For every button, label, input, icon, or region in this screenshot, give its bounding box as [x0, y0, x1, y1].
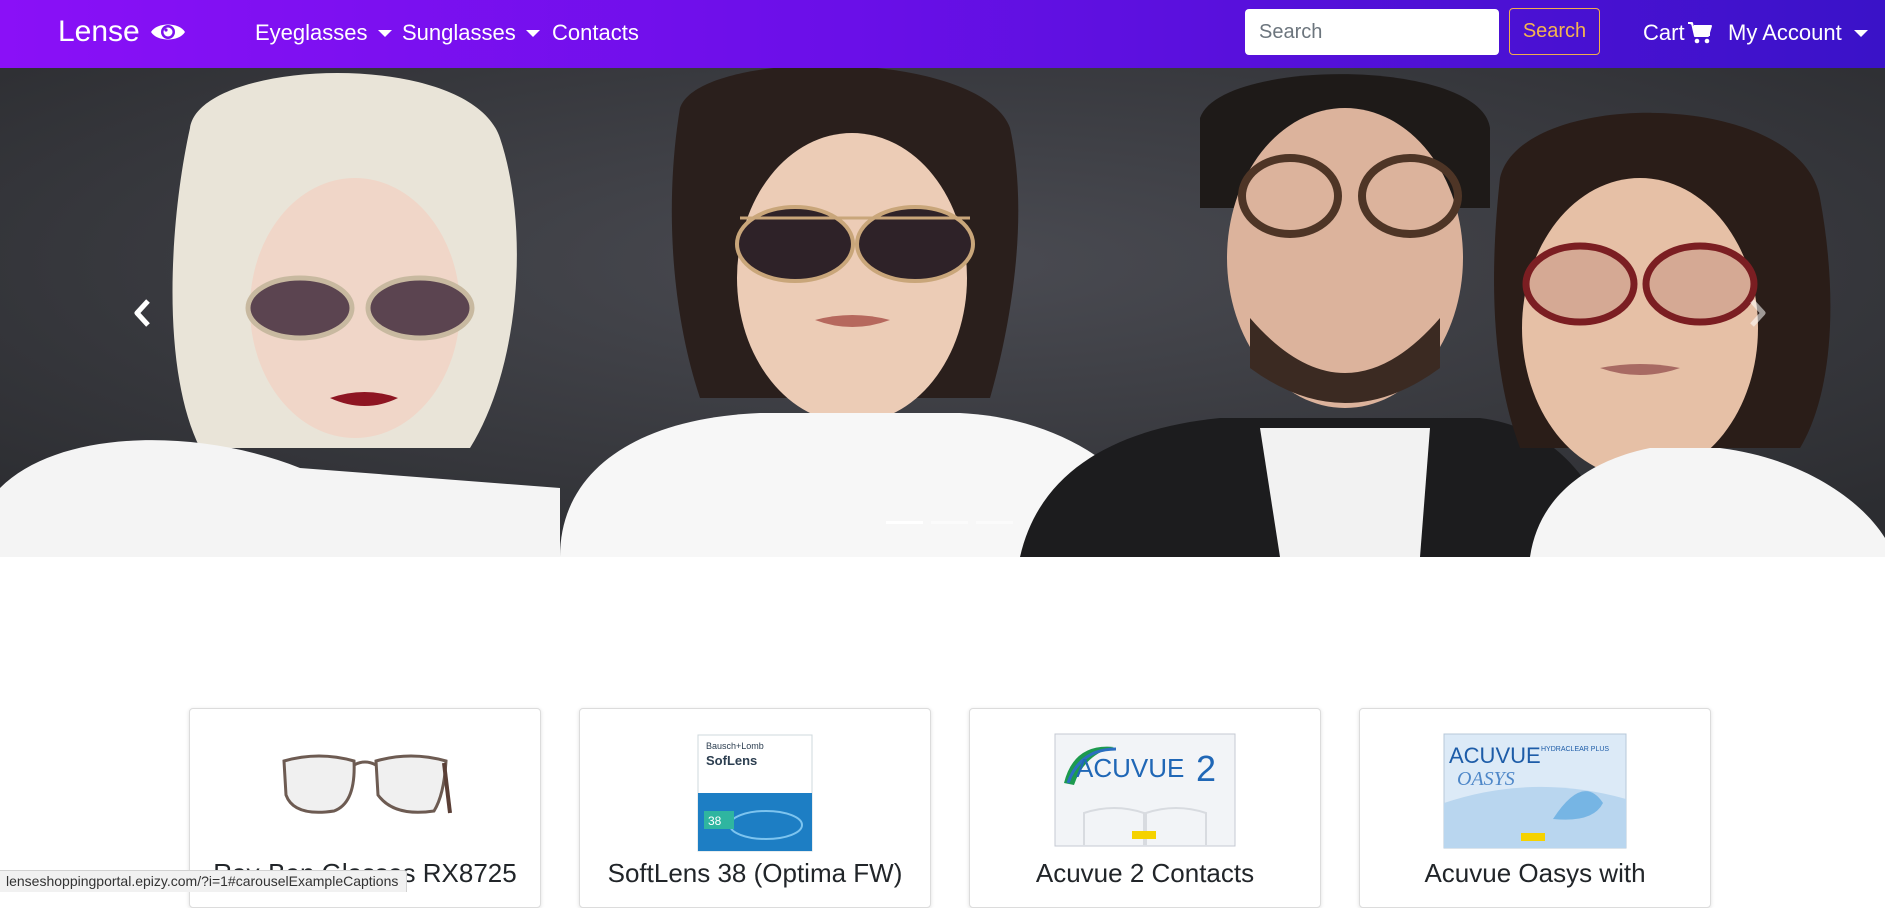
chevron-down-icon: [1853, 29, 1868, 37]
my-account-dropdown[interactable]: My Account: [1728, 18, 1868, 48]
search-input[interactable]: [1245, 9, 1499, 55]
chevron-right-icon: [1750, 298, 1766, 327]
softlens-brand-text: Bausch+Lomb: [706, 741, 764, 751]
brand-name: Lense: [58, 15, 140, 48]
browser-status-bar: lenseshoppingportal.epizy.com/?i=1#carou…: [0, 870, 408, 892]
my-account-label: My Account: [1728, 20, 1842, 45]
oasys-tag-text: HYDRACLEAR PLUS: [1541, 746, 1609, 753]
product-image-acuvue2: ACUVUE 2: [1054, 733, 1236, 847]
shopping-cart-icon: [1687, 22, 1712, 44]
carousel-indicator-1[interactable]: [886, 521, 923, 524]
acuvue2-number-text: 2: [1196, 748, 1216, 789]
search-button[interactable]: Search: [1509, 8, 1600, 55]
product-card[interactable]: ACUVUE 2 Acuvue 2 Contacts: [969, 708, 1321, 908]
chevron-down-icon: [377, 29, 392, 37]
nav-contacts[interactable]: Contacts: [552, 18, 639, 48]
hero-carousel: [0, 68, 1885, 557]
nav-sunglasses-label: Sunglasses: [402, 20, 516, 45]
cart-link[interactable]: Cart: [1643, 18, 1713, 48]
carousel-indicator-3[interactable]: [976, 521, 1013, 524]
product-card[interactable]: Bausch+Lomb SofLens 38 SoftLens 38 (Opti…: [579, 708, 931, 908]
chevron-left-icon: [134, 298, 150, 327]
carousel-prev-button[interactable]: [68, 68, 218, 557]
product-title[interactable]: Acuvue Oasys with: [1360, 857, 1710, 889]
carousel-indicator-2[interactable]: [931, 521, 968, 524]
navbar: Lense Eyeglasses Sunglasses Contacts Sea…: [0, 0, 1885, 68]
softlens-name-text: SofLens: [706, 753, 757, 768]
product-title[interactable]: SoftLens 38 (Optima FW): [580, 857, 930, 889]
product-card[interactable]: ACUVUE HYDRACLEAR PLUS OASYS Acuvue Oasy…: [1359, 708, 1711, 908]
product-title[interactable]: Acuvue 2 Contacts: [970, 857, 1320, 889]
product-image-acuvue-oasys: ACUVUE HYDRACLEAR PLUS OASYS: [1443, 733, 1627, 849]
nav-eyeglasses-label: Eyeglasses: [255, 20, 368, 45]
nav-contacts-label: Contacts: [552, 20, 639, 45]
oasys-name-text: ACUVUE: [1449, 743, 1541, 768]
hero-slide-image: [0, 68, 1885, 557]
product-image-softlens: Bausch+Lomb SofLens 38: [697, 734, 813, 852]
eye-icon: [150, 24, 185, 40]
oasys-sub-text: OASYS: [1457, 768, 1515, 790]
acuvue2-name-text: ACUVUE: [1076, 753, 1184, 783]
carousel-indicators: [886, 521, 1013, 524]
chevron-down-icon: [525, 29, 540, 37]
nav-sunglasses[interactable]: Sunglasses: [402, 18, 540, 48]
softlens-number-text: 38: [708, 814, 722, 828]
cart-label: Cart: [1643, 20, 1685, 45]
carousel-next-button[interactable]: [1682, 68, 1832, 557]
nav-eyeglasses[interactable]: Eyeglasses: [255, 18, 392, 48]
product-image-glasses: [274, 733, 456, 833]
brand-logo[interactable]: Lense: [58, 12, 186, 52]
